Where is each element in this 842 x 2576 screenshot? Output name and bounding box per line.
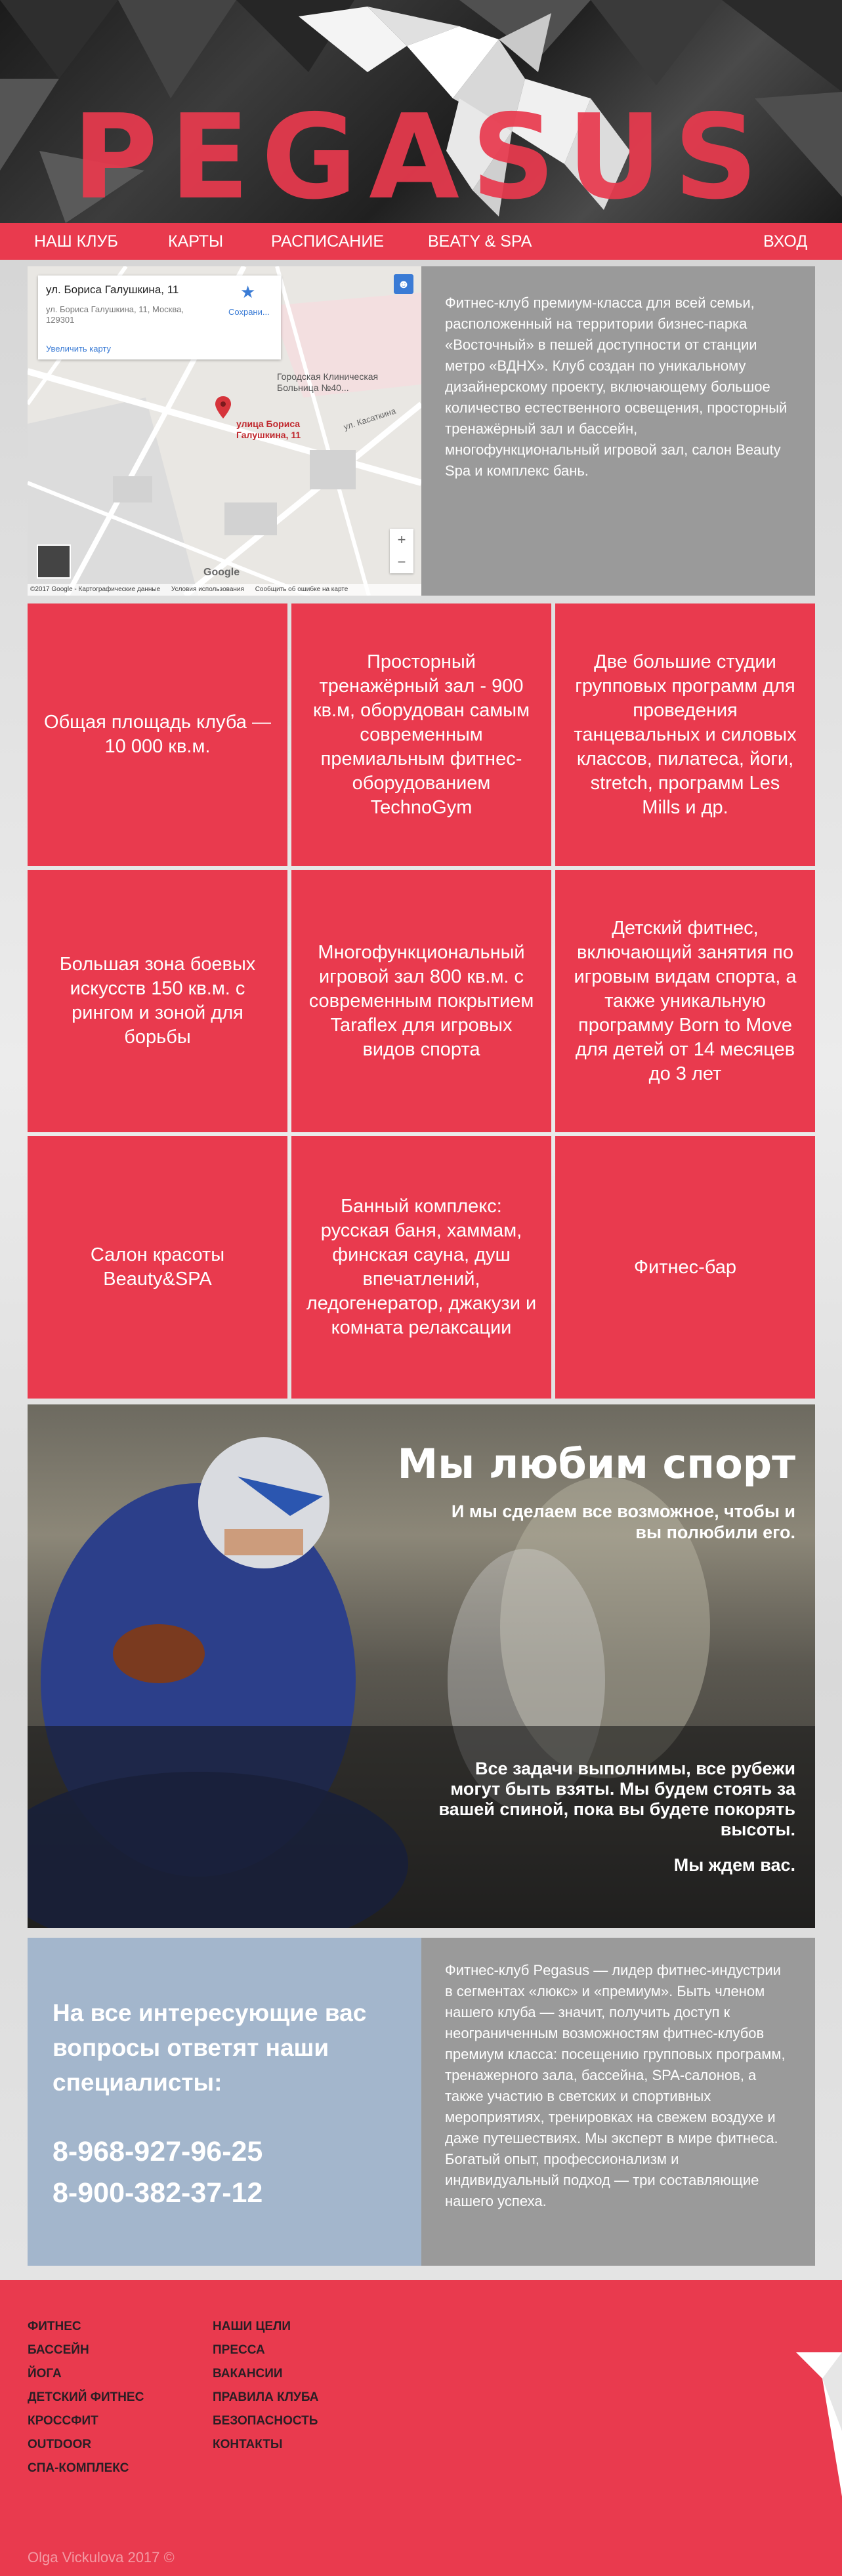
footer-link-contacts[interactable]: КОНТАКТЫ xyxy=(213,2438,283,2452)
footer-link-club-rules[interactable]: ПРАВИЛА КЛУБА xyxy=(213,2390,319,2405)
footer-link-outdoor[interactable]: OUTDOOR xyxy=(28,2438,91,2452)
footer-link-vacancies[interactable]: ВАКАНСИИ xyxy=(213,2367,283,2381)
pegasus-wing-icon xyxy=(796,2352,842,2497)
footer-link-pool[interactable]: БАССЕЙН xyxy=(28,2343,89,2358)
logo-text: PEGASUS xyxy=(72,89,770,223)
hero-banner: PEGASUS xyxy=(0,0,842,223)
feature-bath-complex: Банный комплекс: русская баня, хаммам, ф… xyxy=(291,1136,551,1399)
google-map[interactable]: ул. Бориса Галушкина, 11 ул. Бориса Галу… xyxy=(28,266,421,596)
nav-item-our-club[interactable]: НАШ КЛУБ xyxy=(34,223,118,260)
feature-martial-arts: Большая зона боевых искусств 150 кв.м. с… xyxy=(28,870,287,1132)
satellite-toggle[interactable] xyxy=(37,544,71,579)
map-copyright: ©2017 Google - Картографические данные xyxy=(30,586,161,593)
nav-item-beauty-spa[interactable]: BEATY & SPA xyxy=(428,223,532,260)
phone-number-2[interactable]: 8-900-382-37-12 xyxy=(53,2173,396,2214)
about-text: Фитнес-клуб премиум-класса для всей семь… xyxy=(421,266,815,596)
map-label-hospital: Городская Клиническая Больница №40... xyxy=(277,371,379,393)
place-card: ул. Бориса Галушкина, 11 ул. Бориса Галу… xyxy=(38,276,281,359)
sport-title: Мы любим спорт xyxy=(397,1440,795,1488)
feature-beauty-spa: Салон красоты Beauty&SPA xyxy=(28,1136,287,1399)
contact-heading: На все интересующие вас вопросы ответят … xyxy=(53,1999,367,2096)
nav-item-schedule[interactable]: РАСПИСАНИЕ xyxy=(271,223,384,260)
features-grid: Общая площадь клуба — 10 000 кв.м. Прост… xyxy=(28,603,815,1399)
feature-area: Общая площадь клуба — 10 000 кв.м. xyxy=(28,603,287,866)
map-terms-link[interactable]: Условия использования xyxy=(171,586,244,593)
zoom-controls: + − xyxy=(390,529,413,573)
map-report-link[interactable]: Сообщить об ошибке на карте xyxy=(255,586,348,593)
footer-link-fitness[interactable]: ФИТНЕС xyxy=(28,2320,81,2334)
phone-number-1[interactable]: 8-968-927-96-25 xyxy=(53,2131,396,2173)
footer-link-yoga[interactable]: ЙОГА xyxy=(28,2367,62,2381)
footer xyxy=(0,2280,842,2576)
sport-paragraph: Все задачи выполнимы, все рубежи могут б… xyxy=(438,1759,795,1839)
footer-link-spa-complex[interactable]: СПА-КОМПЛЕКС xyxy=(28,2461,129,2476)
sport-banner: Мы любим спорт И мы сделаем все возможно… xyxy=(28,1404,815,1928)
place-card-address: ул. Бориса Галушкина, 11, Москва, 129301 xyxy=(46,304,184,325)
feature-game-hall: Многофункциональный игровой зал 800 кв.м… xyxy=(291,870,551,1132)
contact-panel: На все интересующие вас вопросы ответят … xyxy=(28,1938,421,2266)
sport-waiting: Мы ждем вас. xyxy=(673,1855,795,1875)
footer-link-crossfit[interactable]: КРОССФИТ xyxy=(28,2414,98,2428)
footer-link-press[interactable]: ПРЕССА xyxy=(213,2343,265,2358)
nav-item-cards[interactable]: КАРТЫ xyxy=(168,223,223,260)
copyright: Olga Vickulova 2017 © xyxy=(28,2549,175,2566)
footer-link-our-goals[interactable]: НАШИ ЦЕЛИ xyxy=(213,2320,291,2334)
map-pin-icon[interactable] xyxy=(215,396,231,419)
google-logo: Google xyxy=(203,567,240,578)
zoom-in-button[interactable]: + xyxy=(390,529,413,551)
feature-studios: Две большие студии групповых программ дл… xyxy=(555,603,815,866)
feature-kids-fitness: Детский фитнес, включающий занятия по иг… xyxy=(555,870,815,1132)
feature-gym: Просторный тренажёрный зал - 900 кв.м, о… xyxy=(291,603,551,866)
zoom-out-button[interactable]: − xyxy=(390,551,413,573)
leader-text: Фитнес-клуб Pegasus — лидер фитнес-индус… xyxy=(421,1938,815,2266)
main-navigation: НАШ КЛУБ КАРТЫ РАСПИСАНИЕ BEATY & SPA ВХ… xyxy=(0,223,842,260)
map-footer: ©2017 Google - Картографические данные У… xyxy=(28,584,421,596)
save-place-button[interactable]: Сохрани... xyxy=(228,307,270,317)
star-icon[interactable]: ★ xyxy=(240,282,255,302)
feature-fitness-bar: Фитнес-бар xyxy=(555,1136,815,1399)
footer-link-security[interactable]: БЕЗОПАСНОСТЬ xyxy=(213,2414,318,2428)
map-pin-label: улица Бориса Галушкина, 11 xyxy=(236,419,301,440)
footer-link-kids-fitness[interactable]: ДЕТСКИЙ ФИТНЕС xyxy=(28,2390,144,2405)
sport-subtitle: И мы сделаем все возможное, чтобы и вы п… xyxy=(451,1502,795,1542)
login-link[interactable]: ВХОД xyxy=(763,223,807,260)
place-card-title: ул. Бориса Галушкина, 11 xyxy=(46,283,179,296)
street-view-icon[interactable]: ☻ xyxy=(394,274,413,294)
enlarge-map-link[interactable]: Увеличить карту xyxy=(46,344,111,354)
